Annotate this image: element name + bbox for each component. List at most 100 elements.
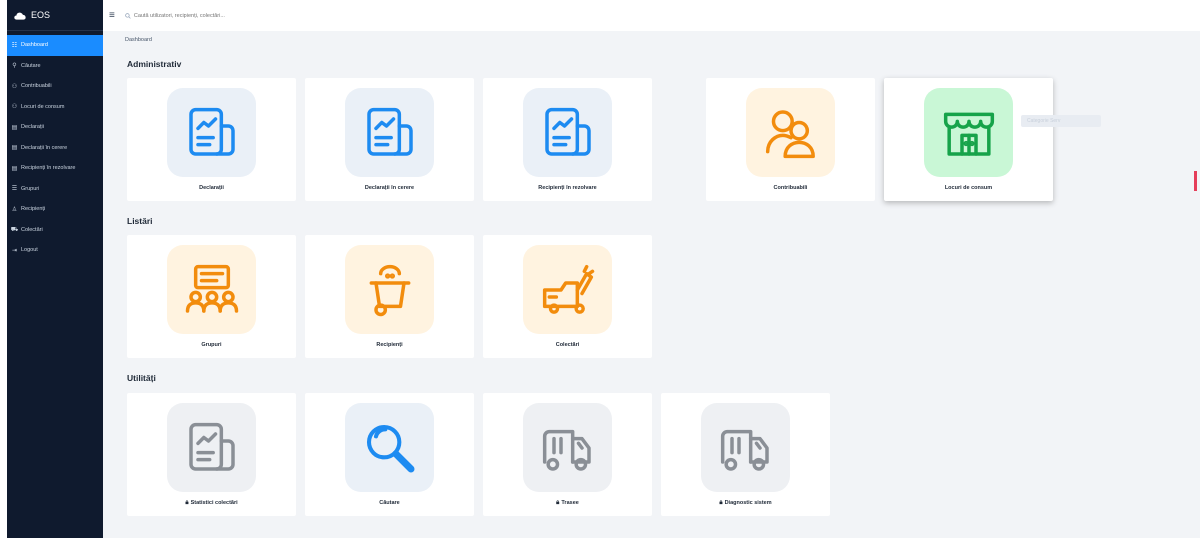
card-label: Grupuri xyxy=(201,342,222,348)
sidebar-item-label: Căutare xyxy=(21,62,41,69)
card-locuri-de-consum[interactable]: Locuri de consum xyxy=(884,78,1053,201)
card-label: Declarații xyxy=(199,185,224,191)
edge-indicator xyxy=(1194,171,1197,191)
sidebar-item-label: Contribuabili xyxy=(21,83,52,90)
card-tile xyxy=(523,245,612,334)
sidebar-item-label: Locuri de consum xyxy=(21,103,65,110)
sidebar-item-cautare[interactable]: ⚲ Căutare xyxy=(7,56,103,77)
sidebar-item-label: Declarații xyxy=(21,124,44,131)
sidebar-item-contribuabili[interactable]: ⚇ Contribuabili xyxy=(7,76,103,97)
card-declaratii-cerere[interactable]: Declarații în cerere xyxy=(305,78,474,201)
brand[interactable]: EOS xyxy=(7,0,103,31)
users-icon: ⚇ xyxy=(11,83,18,90)
logout-icon: ⇥ xyxy=(11,247,18,254)
sidebar-item-declaratii[interactable]: ▤ Declarații xyxy=(7,117,103,138)
users-icon: ⚇ xyxy=(11,104,18,111)
sidebar-item-declaratii-cerere[interactable]: ▤ Declarații în cerere xyxy=(7,138,103,159)
card-label: Locuri de consum xyxy=(944,185,993,191)
card-statistici-colectari[interactable]: 🔒︎ Statistici colectări xyxy=(127,393,296,516)
section-title-listari: Listări xyxy=(127,216,153,226)
sidebar-item-recipienti[interactable]: ♙ Recipienți xyxy=(7,199,103,220)
card-tile xyxy=(167,403,256,492)
lock-icon: 🔒︎ xyxy=(185,500,189,506)
document-chart-icon xyxy=(188,422,235,471)
storefront-icon xyxy=(943,112,994,156)
section-title-utilitati: Utilități xyxy=(127,373,156,383)
card-label: 🔒︎ Statistici colectări xyxy=(127,500,296,507)
sidebar-item-label: Grupuri xyxy=(21,185,40,192)
card-label: Recipienți xyxy=(376,342,403,348)
group-board-icon xyxy=(185,264,238,313)
sidebar-nav: ☷ Dashboard ⚲ Căutare ⚇ Contribuabili ⚇ … xyxy=(7,35,103,261)
garbage-truck-icon xyxy=(542,429,591,471)
card-label: 🔒︎ Diagnostic sistem xyxy=(661,500,830,507)
card-grupuri[interactable]: Grupuri xyxy=(127,235,296,358)
card-contribuabili[interactable]: Contribuabili xyxy=(706,78,875,201)
sidebar-item-label: Recipienți xyxy=(21,206,46,213)
menu-toggle-icon[interactable]: ≡ xyxy=(109,10,115,21)
card-label: Recipienți în rezolvare xyxy=(538,185,597,191)
document-chart-icon xyxy=(544,107,591,156)
grid-icon: ☷ xyxy=(11,42,18,49)
sidebar: EOS ☷ Dashboard ⚲ Căutare ⚇ Contribuabil… xyxy=(7,0,103,538)
sidebar-item-logout[interactable]: ⇥ Logout xyxy=(7,240,103,261)
card-recipienti-rezolvare[interactable]: Recipienți în rezolvare xyxy=(483,78,652,201)
sidebar-item-recipienti-rezolvare[interactable]: ▤ Recipienți în rezolvare xyxy=(7,158,103,179)
sidebar-item-label: Logout xyxy=(21,247,38,254)
garbage-truck-icon xyxy=(720,429,769,471)
waste-bin-icon xyxy=(369,264,410,316)
card-label: Contribuabili xyxy=(773,185,808,191)
bin-icon: ♙ xyxy=(11,206,18,213)
card-label-text: Trasee xyxy=(561,500,579,506)
card-tile xyxy=(746,88,835,177)
search-icon: ⚲ xyxy=(12,63,17,70)
card-label: Căutare xyxy=(379,500,400,506)
card-tile xyxy=(167,88,256,177)
breadcrumb: Dashboard xyxy=(125,37,152,43)
card-diagnostic-sistem[interactable]: 🔒︎ Diagnostic sistem xyxy=(661,393,830,516)
card-declaratii[interactable]: Declarații xyxy=(127,78,296,201)
collection-truck-icon xyxy=(542,264,594,314)
card-tile xyxy=(523,403,612,492)
card-tile xyxy=(345,403,434,492)
main-content: Dashboard Administrativ Declarații Decla… xyxy=(103,31,1200,538)
sidebar-item-locuri[interactable]: ⚇ Locuri de consum xyxy=(7,97,103,118)
card-label: Colectări xyxy=(555,342,580,348)
sidebar-item-colectari[interactable]: ⛟ Colectări xyxy=(7,220,103,241)
sidebar-item-label: Recipienți în rezolvare xyxy=(21,165,76,172)
card-colectari[interactable]: Colectări xyxy=(483,235,652,358)
card-label: 🔒︎ Trasee xyxy=(483,500,652,507)
top-bar: ≡ xyxy=(103,0,1200,31)
magnifier-icon xyxy=(366,424,414,472)
card-tile xyxy=(345,245,434,334)
document-icon: ▤ xyxy=(11,165,18,172)
truck-icon: ⛟ xyxy=(10,226,19,233)
card-recipienti[interactable]: Recipienți xyxy=(305,235,474,358)
card-tile xyxy=(167,245,256,334)
document-icon: ▤ xyxy=(11,124,18,131)
users-icon xyxy=(765,109,815,158)
sidebar-item-label: Declarații în cerere xyxy=(21,144,68,151)
sidebar-item-label: Colectări xyxy=(21,226,43,233)
sidebar-item-dashboard[interactable]: ☷ Dashboard xyxy=(7,35,103,56)
section-title-administrativ: Administrativ xyxy=(127,59,182,69)
category-filter-input[interactable]: Categorie Serv xyxy=(1021,115,1101,127)
card-label-text: Statistici colectări xyxy=(190,500,238,506)
search-input[interactable] xyxy=(133,12,374,19)
card-tile xyxy=(924,88,1013,177)
card-trasee[interactable]: 🔒︎ Trasee xyxy=(483,393,652,516)
lock-icon: 🔒︎ xyxy=(556,500,560,506)
list-icon: ☰ xyxy=(11,186,18,193)
search-box xyxy=(125,9,385,23)
brand-name: EOS xyxy=(31,10,51,20)
search-icon xyxy=(125,12,131,19)
card-cautare[interactable]: Căutare xyxy=(305,393,474,516)
lock-icon: 🔒︎ xyxy=(719,500,723,506)
sidebar-item-grupuri[interactable]: ☰ Grupuri xyxy=(7,179,103,200)
card-label: Declarații în cerere xyxy=(364,185,415,191)
cloud-logo-icon xyxy=(14,12,26,20)
card-tile xyxy=(701,403,790,492)
document-icon: ▤ xyxy=(11,145,18,152)
document-chart-icon xyxy=(188,107,235,156)
sidebar-item-label: Dashboard xyxy=(21,42,48,49)
